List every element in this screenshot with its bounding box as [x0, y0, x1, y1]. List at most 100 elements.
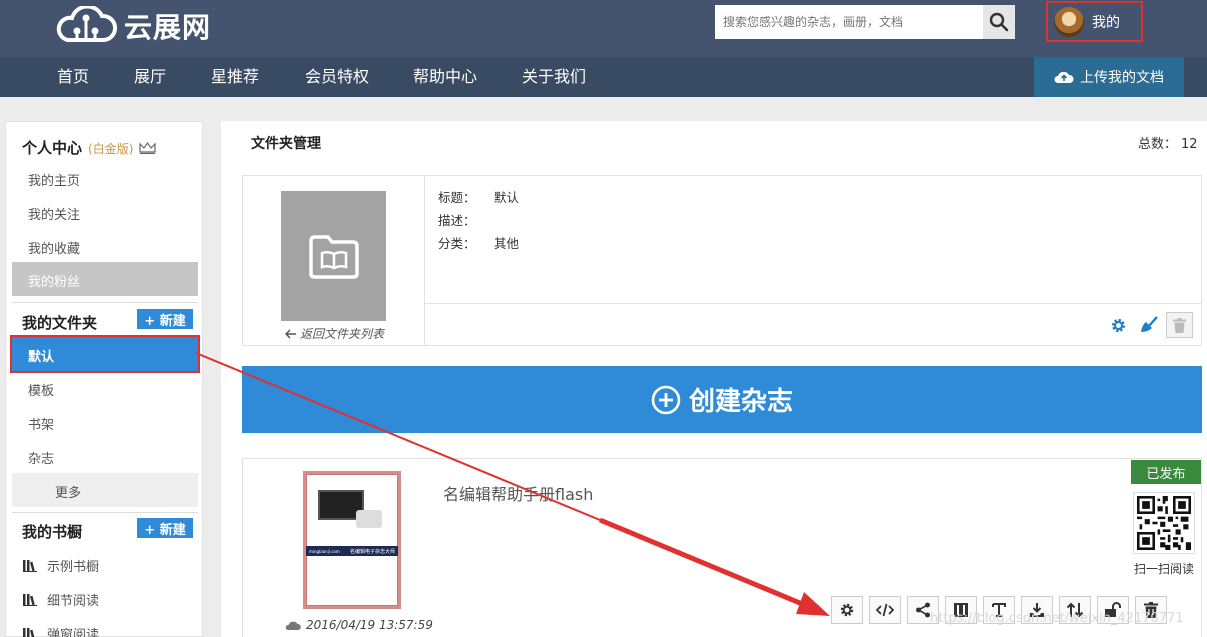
back-to-folders-link[interactable]: 返回文件夹列表	[285, 325, 384, 342]
plan-badge: (白金版)	[88, 142, 134, 156]
new-folder-button[interactable]: + 新建	[137, 309, 193, 329]
share-icon	[916, 602, 930, 618]
brush-icon	[1141, 316, 1158, 332]
nav-item-help[interactable]: 帮助中心	[413, 57, 477, 97]
folder-item-templates[interactable]: 模板	[28, 380, 54, 399]
gear-icon	[1111, 318, 1125, 332]
field-value: 默认	[494, 190, 520, 205]
field-label: 分类：	[438, 236, 476, 251]
new-bookshelf-button[interactable]: + 新建	[137, 518, 193, 538]
watermark: https://blog.csdn.net/weixin_42170771	[930, 611, 1184, 626]
arrow-left-icon	[285, 328, 296, 339]
user-label: 我的	[1092, 14, 1120, 31]
divider	[424, 176, 425, 345]
code-icon	[876, 603, 894, 617]
folder-item-default[interactable]: 默认	[10, 335, 200, 373]
cover-url: mingbianji.com	[309, 548, 340, 554]
avatar	[1054, 6, 1084, 37]
personal-center-title: 个人中心	[22, 139, 83, 157]
cloud-icon	[285, 621, 301, 630]
folder-item-magazines[interactable]: 杂志	[28, 448, 54, 467]
site-logo[interactable]: 云展网	[54, 5, 211, 47]
create-magazine-button[interactable]: 创建杂志	[242, 366, 1202, 433]
cover-caption: 名编辑电子杂志大师	[349, 548, 395, 555]
gear-icon	[840, 603, 854, 617]
field-category: 分类： 其他	[438, 232, 519, 255]
field-label: 标题：	[438, 190, 476, 205]
trash-icon	[1173, 317, 1186, 333]
bookshelf-item-detail[interactable]: 细节阅读	[23, 590, 99, 609]
folder-delete-button[interactable]	[1166, 312, 1193, 338]
cover-image	[356, 510, 382, 528]
search-input[interactable]	[715, 5, 983, 39]
user-menu[interactable]: 我的	[1046, 1, 1143, 42]
sidebar-item-favorites[interactable]: 我的收藏	[28, 238, 80, 257]
nav-item-home[interactable]: 首页	[57, 57, 89, 97]
sidebar-item-fans-label: 我的粉丝	[28, 275, 81, 290]
folder-settings-button[interactable]	[1107, 314, 1129, 336]
bookshelf-icon	[23, 594, 37, 606]
cover-banner: mingbianji.com 名编辑电子杂志大师	[306, 546, 398, 556]
bookshelf-item-popup[interactable]: 弹窗阅读	[23, 624, 99, 637]
folders-heading: 我的文件夹	[22, 314, 98, 332]
total-count-value: 12	[1181, 137, 1198, 152]
search-icon	[989, 12, 1009, 32]
nav-item-membership[interactable]: 会员特权	[305, 57, 369, 97]
total-count-label: 总数：	[1138, 137, 1178, 152]
total-count: 总数： 12	[1138, 133, 1198, 152]
publish-date: 2016/04/19 13:57:59	[285, 618, 433, 632]
crown-icon	[139, 141, 156, 155]
bookshelf-icon	[23, 560, 37, 572]
back-to-folders-label: 返回文件夹列表	[300, 327, 385, 341]
search-box	[715, 5, 1015, 39]
bookshelf-item-label: 细节阅读	[47, 594, 100, 609]
status-badge: 已发布	[1131, 460, 1201, 484]
folder-book-icon	[308, 235, 359, 279]
divider	[12, 302, 198, 303]
bookshelf-item-sample[interactable]: 示例书橱	[23, 556, 99, 575]
sidebar-item-fans[interactable]: 我的粉丝	[12, 262, 198, 296]
divider	[12, 512, 198, 513]
cloud-upload-icon	[1054, 71, 1074, 83]
field-title: 标题： 默认	[438, 186, 519, 209]
page-title: 文件夹管理	[251, 136, 321, 152]
upload-label: 上传我的文档	[1080, 70, 1164, 86]
sidebar-item-following[interactable]: 我的关注	[28, 204, 80, 223]
folder-cover	[281, 191, 386, 321]
sidebar: 个人中心 (白金版) 我的主页 我的关注 我的收藏 我的粉丝 我的文件夹 + 新建…	[5, 121, 203, 637]
logo-text: 云展网	[124, 11, 212, 44]
create-magazine-label: 创建杂志	[688, 387, 793, 417]
folder-clean-button[interactable]	[1138, 314, 1160, 336]
folder-item-default-label: 默认	[28, 350, 55, 365]
magazine-cover[interactable]: mingbianji.com 名编辑电子杂志大师	[303, 471, 401, 609]
magazine-settings-button[interactable]	[831, 596, 863, 624]
qr-code-icon	[1137, 496, 1191, 550]
folders-more-label: 更多	[55, 486, 82, 501]
bookshelf-item-label: 示例书橱	[47, 560, 100, 575]
field-label: 描述：	[438, 213, 476, 228]
cloud-logo-icon	[56, 6, 117, 42]
folder-fields: 标题： 默认 描述： 分类： 其他	[438, 186, 519, 255]
embed-code-button[interactable]	[869, 596, 901, 624]
folder-item-bookshelf[interactable]: 书架	[28, 414, 54, 433]
search-button[interactable]	[983, 5, 1015, 39]
field-value: 其他	[494, 236, 520, 251]
nav-item-recommend[interactable]: 星推荐	[211, 57, 259, 97]
divider	[425, 303, 1201, 304]
personal-center-heading: 个人中心 (白金版)	[22, 137, 156, 158]
qr-code[interactable]	[1133, 492, 1195, 554]
folders-more-button[interactable]: 更多	[12, 473, 198, 507]
main-nav: 首页 展厅 星推荐 会员特权 帮助中心 关于我们	[0, 57, 1207, 97]
plus-circle-icon	[651, 385, 681, 414]
magazine-title[interactable]: 名编辑帮助手册flash	[443, 481, 593, 505]
nav-item-gallery[interactable]: 展厅	[134, 57, 166, 97]
bookshelf-heading: 我的书橱	[22, 523, 83, 541]
bookshelf-icon	[23, 628, 35, 637]
sidebar-item-homepage[interactable]: 我的主页	[28, 170, 80, 189]
bookshelf-item-label: 弹窗阅读	[47, 628, 100, 637]
field-description: 描述：	[438, 209, 519, 232]
folder-info-card: 返回文件夹列表 标题： 默认 描述： 分类： 其他	[242, 175, 1202, 346]
upload-button[interactable]: 上传我的文档	[1034, 57, 1184, 97]
scan-label: 扫一扫阅读	[1134, 562, 1195, 576]
nav-item-about[interactable]: 关于我们	[522, 57, 586, 97]
